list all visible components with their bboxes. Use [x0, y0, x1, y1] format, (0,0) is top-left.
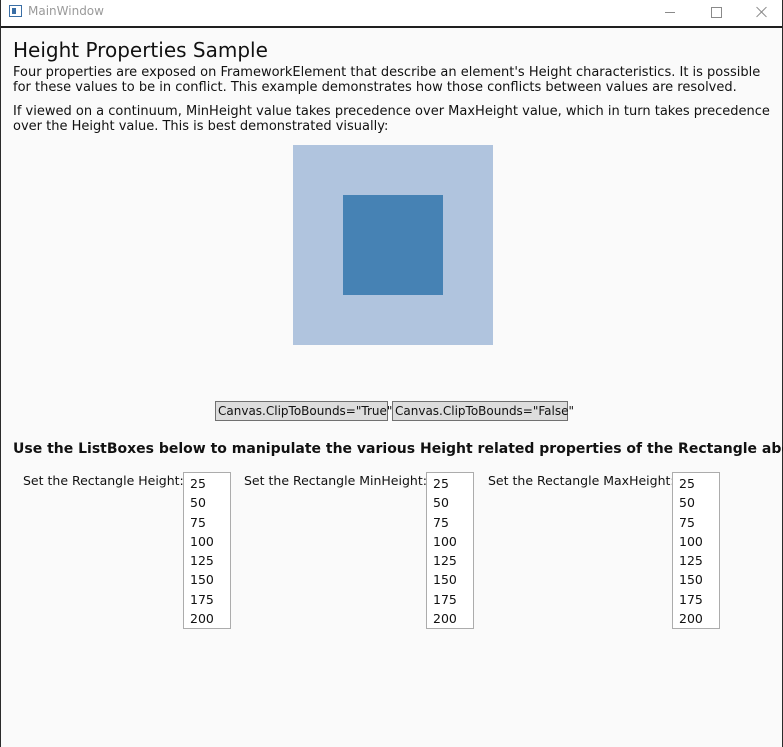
listbox-item[interactable]: 50 [427, 493, 473, 512]
description-paragraph-2: If viewed on a continuum, MinHeight valu… [13, 104, 770, 134]
listbox-item[interactable]: 200 [427, 609, 473, 628]
max-height-listbox[interactable]: 25 50 75 100 125 150 175 200 [672, 472, 720, 629]
listbox-instructions: Use the ListBoxes below to manipulate th… [13, 441, 783, 457]
listbox-item[interactable]: 25 [673, 474, 719, 493]
page-title: Height Properties Sample [13, 38, 268, 62]
listbox-item[interactable]: 200 [184, 609, 230, 628]
listbox-item[interactable]: 25 [427, 474, 473, 493]
close-icon [756, 6, 768, 18]
listbox-item[interactable]: 100 [184, 532, 230, 551]
listbox-item[interactable]: 75 [673, 513, 719, 532]
listbox-item[interactable]: 75 [427, 513, 473, 532]
app-window-icon [9, 5, 22, 17]
listbox-item[interactable]: 100 [427, 532, 473, 551]
maximize-icon [711, 7, 722, 18]
listbox-item[interactable]: 25 [184, 474, 230, 493]
max-height-listbox-label: Set the Rectangle MaxHeight: [488, 473, 675, 488]
window-title: MainWindow [28, 4, 104, 18]
listbox-item[interactable]: 175 [184, 590, 230, 609]
demo-rectangle [343, 195, 443, 295]
listbox-item[interactable]: 125 [673, 551, 719, 570]
minimize-icon [665, 12, 675, 13]
listbox-item[interactable]: 50 [184, 493, 230, 512]
min-height-listbox-label: Set the Rectangle MinHeight: [244, 473, 427, 488]
height-listbox[interactable]: 25 50 75 100 125 150 175 200 [183, 472, 231, 629]
listbox-item[interactable]: 150 [427, 570, 473, 589]
listbox-item[interactable]: 200 [673, 609, 719, 628]
listbox-item[interactable]: 75 [184, 513, 230, 532]
clip-to-bounds-true-button[interactable]: Canvas.ClipToBounds="True" [215, 401, 392, 421]
canvas-outer-rectangle [293, 145, 493, 345]
height-listbox-label: Set the Rectangle Height: [23, 473, 184, 488]
listbox-item[interactable]: 100 [673, 532, 719, 551]
listbox-item[interactable]: 50 [673, 493, 719, 512]
maximize-button[interactable] [693, 0, 739, 26]
listbox-item[interactable]: 175 [673, 590, 719, 609]
close-button[interactable] [739, 0, 783, 26]
listbox-item[interactable]: 150 [184, 570, 230, 589]
listbox-item[interactable]: 175 [427, 590, 473, 609]
listbox-item[interactable]: 125 [427, 551, 473, 570]
minimize-button[interactable] [647, 0, 693, 26]
description-paragraph-1: Four properties are exposed on Framework… [13, 65, 761, 95]
title-bar[interactable]: MainWindow [1, 0, 782, 28]
listbox-item[interactable]: 150 [673, 570, 719, 589]
listbox-item[interactable]: 125 [184, 551, 230, 570]
min-height-listbox[interactable]: 25 50 75 100 125 150 175 200 [426, 472, 474, 629]
main-window: MainWindow Height Properties Sample Four… [0, 0, 783, 747]
clip-to-bounds-false-button[interactable]: Canvas.ClipToBounds="False" [392, 401, 574, 421]
